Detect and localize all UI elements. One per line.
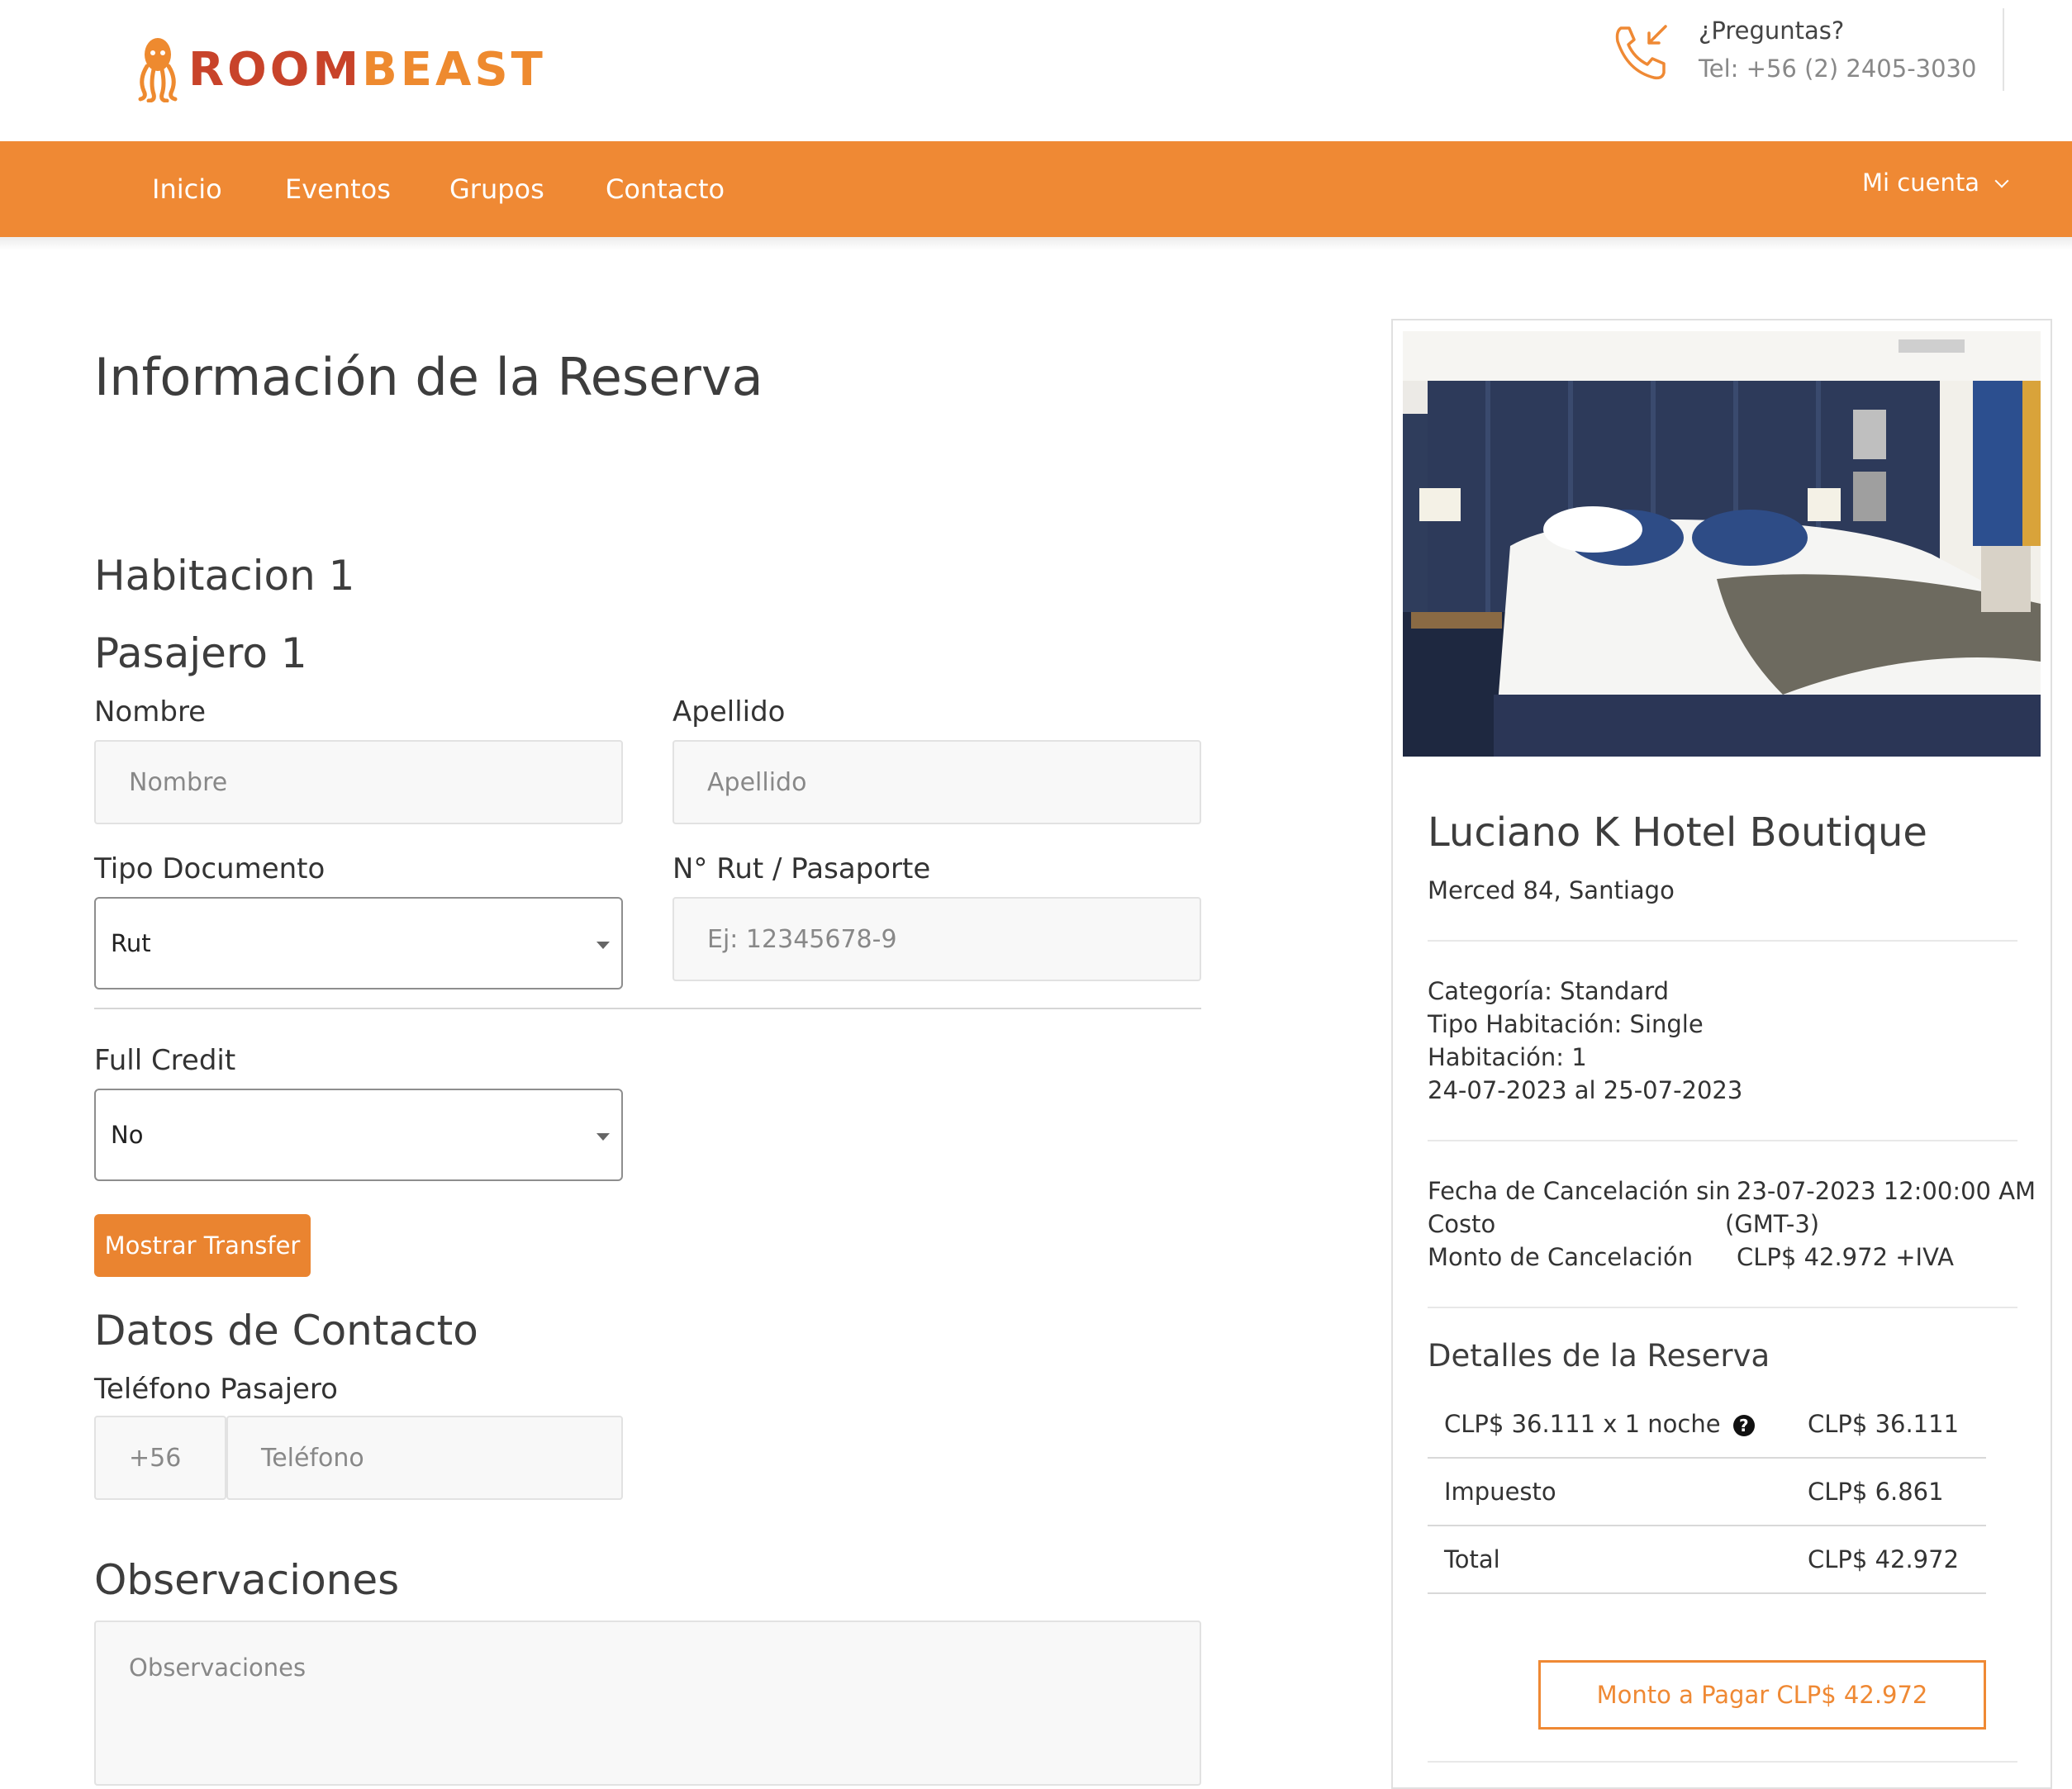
full-credit-select[interactable]: No	[94, 1089, 623, 1181]
brand-name-part1: ROOM	[188, 43, 363, 97]
section-divider	[94, 1008, 1201, 1009]
tipo-documento-label: Tipo Documento	[94, 852, 326, 885]
table-row-divider	[1428, 1457, 1986, 1459]
sidebar-divider	[1428, 1761, 2017, 1763]
hotel-room-illustration	[1403, 331, 2041, 757]
pay-amount-button[interactable]: Monto a Pagar CLP$ 42.972	[1538, 1660, 1986, 1730]
questions-label: ¿Preguntas?	[1699, 17, 1845, 45]
nightly-rate-label: CLP$ 36.111 x 1 noche	[1444, 1410, 1721, 1438]
full-credit-label: Full Credit	[94, 1044, 236, 1077]
sidebar-divider	[1428, 940, 2017, 942]
account-menu-label: Mi cuenta	[1862, 168, 1979, 197]
observations-heading: Observaciones	[94, 1556, 400, 1604]
phone-placeholder: Teléfono	[261, 1443, 364, 1473]
pay-amount-label: Monto a Pagar CLP$ 42.972	[1596, 1681, 1928, 1709]
apellido-placeholder: Apellido	[707, 767, 807, 797]
cancel-amount-value: CLP$ 42.972 +IVA	[1737, 1243, 1954, 1271]
tipo-documento-select[interactable]: Rut	[94, 897, 623, 989]
cancel-date-label-line1: Fecha de Cancelación sin	[1428, 1177, 1731, 1205]
table-row-divider	[1428, 1525, 1986, 1526]
nav-item-grupos[interactable]: Grupos	[449, 173, 544, 205]
nombre-label: Nombre	[94, 695, 207, 728]
help-icon[interactable]: ?	[1732, 1415, 1755, 1436]
account-menu[interactable]: Mi cuenta	[1862, 168, 2009, 197]
apellido-input[interactable]: Apellido	[672, 740, 1201, 824]
caret-down-icon	[596, 942, 610, 949]
phone-prefix-value: +56	[129, 1443, 182, 1473]
nightly-rate-value: CLP$ 36.111	[1808, 1410, 1960, 1438]
tipo-documento-value: Rut	[111, 929, 151, 957]
phone-prefix-input[interactable]: +56	[94, 1416, 226, 1500]
tax-label: Impuesto	[1444, 1478, 1556, 1506]
hotel-name: Luciano K Hotel Boutique	[1428, 809, 1927, 856]
brand-name-part2: BEAST	[362, 43, 546, 97]
phone-label: Teléfono Pasajero	[94, 1373, 338, 1406]
hotel-room-image	[1403, 331, 2041, 757]
total-label: Total	[1444, 1545, 1500, 1573]
table-row-divider	[1428, 1592, 1986, 1594]
tax-value: CLP$ 6.861	[1808, 1478, 1944, 1506]
phone-icon	[1615, 25, 1667, 80]
rut-placeholder: Ej: 12345678-9	[707, 924, 897, 954]
phone-input[interactable]: Teléfono	[226, 1416, 623, 1500]
observations-placeholder: Observaciones	[129, 1654, 307, 1682]
nombre-placeholder: Nombre	[129, 767, 228, 797]
apellido-label: Apellido	[672, 695, 786, 728]
full-credit-value: No	[111, 1121, 144, 1149]
room-type: Tipo Habitación: Single	[1428, 1010, 1704, 1038]
room-category: Categoría: Standard	[1428, 977, 1670, 1005]
room-number: Habitación: 1	[1428, 1043, 1587, 1071]
octopus-logo-icon	[138, 38, 178, 102]
show-transfer-label: Mostrar Transfer	[104, 1231, 301, 1260]
rut-label: N° Rut / Pasaporte	[672, 852, 931, 885]
caret-down-icon	[596, 1133, 610, 1141]
sidebar-divider	[1428, 1307, 2017, 1308]
nombre-input[interactable]: Nombre	[94, 740, 623, 824]
navbar-shadow	[0, 237, 2072, 250]
chevron-down-icon	[1994, 173, 2009, 188]
sidebar-divider	[1428, 1140, 2017, 1141]
nav-item-contacto[interactable]: Contacto	[606, 173, 725, 205]
hotel-address: Merced 84, Santiago	[1428, 876, 1675, 904]
cancel-date-label-line2: Costo	[1428, 1210, 1496, 1238]
passenger-heading: Pasajero 1	[94, 629, 307, 677]
stay-dates: 24-07-2023 al 25-07-2023	[1428, 1076, 1743, 1104]
observations-textarea[interactable]: Observaciones	[94, 1621, 1201, 1786]
nav-item-eventos[interactable]: Eventos	[285, 173, 391, 205]
phone-number[interactable]: Tel: +56 (2) 2405-3030	[1699, 55, 1976, 83]
table-row-label: CLP$ 36.111 x 1 noche ?	[1444, 1407, 1755, 1440]
brand-name[interactable]: ROOMBEAST	[188, 43, 546, 97]
show-transfer-button[interactable]: Mostrar Transfer	[94, 1214, 311, 1277]
cancel-amount-label: Monto de Cancelación	[1428, 1243, 1694, 1271]
cancel-date-value-line1: 23-07-2023 12:00:00 AM	[1737, 1177, 2036, 1205]
total-value: CLP$ 42.972	[1808, 1545, 1960, 1573]
rut-input[interactable]: Ej: 12345678-9	[672, 897, 1201, 981]
nav-item-inicio[interactable]: Inicio	[152, 173, 222, 205]
room-heading: Habitacion 1	[94, 552, 355, 600]
details-heading: Detalles de la Reserva	[1428, 1338, 1770, 1374]
header-divider	[2003, 8, 2004, 91]
contact-heading: Datos de Contacto	[94, 1307, 478, 1355]
page-title: Información de la Reserva	[94, 347, 763, 407]
cancel-date-value-line2: (GMT-3)	[1725, 1210, 1820, 1238]
